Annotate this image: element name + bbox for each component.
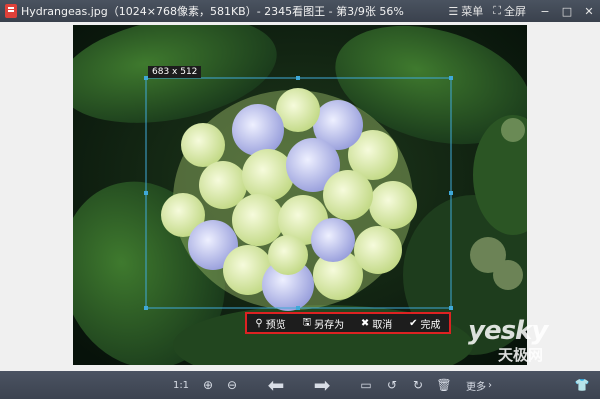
arrow-left-icon: ⬅ [267,373,285,397]
app-logo-icon [5,4,17,18]
minimize-button[interactable]: − [534,5,556,18]
more-button[interactable]: 更多 › [460,371,498,399]
cancel-label: 取消 [372,319,393,331]
maximize-button[interactable]: □ [556,5,578,18]
cancel-button[interactable]: ✖ 取消 [361,316,392,331]
close-button[interactable]: ✕ [578,5,600,18]
zoom-out-icon: ⊖ [226,378,238,392]
menu-button[interactable]: ☰ 菜单 [448,3,483,19]
shirt-icon: 👕 [574,378,590,392]
save-icon: 🖫 [302,316,312,328]
magnifier-icon: ⚲ [255,317,263,329]
zoom-out-button[interactable]: ⊖ [222,371,242,399]
save-as-button[interactable]: 🖫 另存为 [303,315,345,332]
preview-button[interactable]: ⚲ 预览 [255,316,285,331]
fullscreen-icon: ⛶ [493,4,501,17]
rotate-right-button[interactable]: ↻ [408,371,428,399]
crop-action-bar: ⚲ 预览 🖫 另存为 ✖ 取消 ✔ 完成 [245,312,451,334]
trash-icon: 🗑 [436,378,452,392]
skin-button[interactable]: 👕 [572,371,592,399]
next-image-button[interactable]: ➡ [308,371,336,399]
done-button[interactable]: ✔ 完成 [409,316,440,331]
preview-label: 预览 [265,319,286,331]
watermark-logo-text: yesky [468,316,548,346]
zoom-in-icon: ⊕ [202,378,214,392]
checkmark-icon: ✔ [409,317,418,329]
slideshow-button[interactable]: ▭ [356,371,376,399]
title-bar: Hydrangeas.jpg（1024×768像素，581KB）- 2345看图… [0,0,600,22]
rotate-left-button[interactable]: ↺ [382,371,402,399]
arrow-right-icon: ➡ [313,373,331,397]
rotate-left-icon: ↺ [386,378,398,392]
rotate-right-icon: ↻ [412,378,424,392]
more-label: 更多 [466,381,486,393]
watermark-subtext: 天极网 [498,346,544,364]
fullscreen-label: 全屏 [504,5,526,18]
delete-button[interactable]: 🗑 [434,371,454,399]
actual-size-button[interactable]: 1:1 [170,371,192,399]
title-bar-controls: ☰ 菜单 ⛶ 全屏 − □ ✕ [438,0,600,22]
bottom-toolbar: 1:1 ⊕ ⊖ ⬅ ➡ ▭ ↺ ↻ 🗑 更多 › 👕 [0,371,600,399]
menu-label: 菜单 [461,5,484,18]
actual-size-label: 1:1 [172,379,190,391]
save-as-label: 另存为 [314,319,345,331]
done-label: 完成 [420,319,441,331]
previous-image-button[interactable]: ⬅ [262,371,290,399]
selection-size-label: 683 x 512 [148,66,202,78]
zoom-in-button[interactable]: ⊕ [198,371,218,399]
window-title: Hydrangeas.jpg（1024×768像素，581KB）- 2345看图… [21,5,404,18]
menu-icon: ☰ [448,4,459,18]
fullscreen-button[interactable]: ⛶ 全屏 [493,3,526,19]
yesky-watermark: yesky 天极网 [468,316,548,364]
close-icon: ✖ [360,317,370,329]
chevron-right-icon: › [488,379,492,391]
slideshow-icon: ▭ [360,378,372,392]
